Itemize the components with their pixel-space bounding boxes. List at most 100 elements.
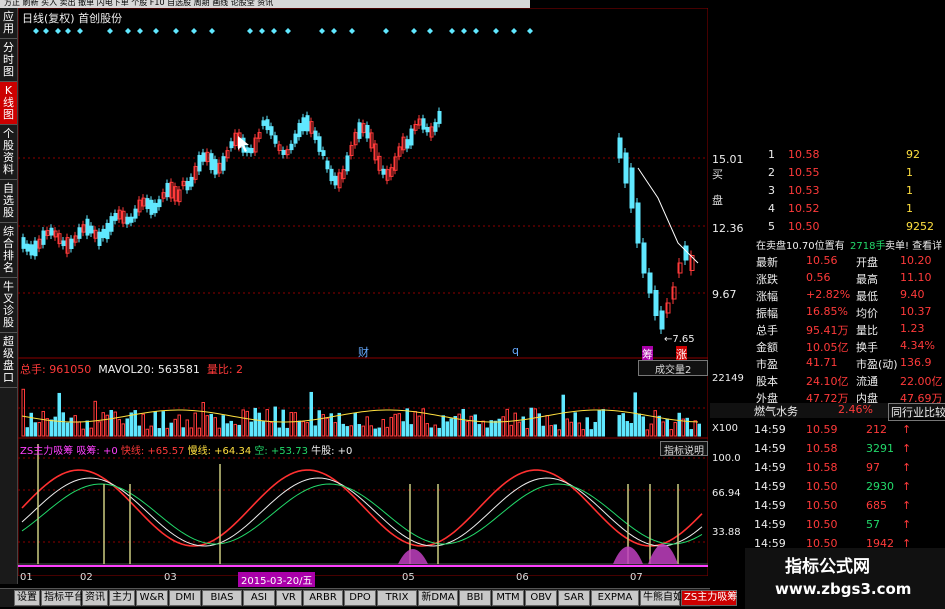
tick-price: 10.50 bbox=[806, 480, 838, 493]
sidebar-item-label: 超级盘口 bbox=[3, 335, 14, 384]
bottom-tab-3[interactable]: 主力 bbox=[109, 590, 135, 606]
bottom-tab-19[interactable]: ZS主力吸筹 bbox=[681, 590, 737, 606]
bottom-tab-0[interactable]: 设置 bbox=[14, 590, 40, 606]
date-cursor-label: 2015-03-20/五 bbox=[238, 572, 316, 587]
tick-price: 10.59 bbox=[806, 423, 838, 436]
date-label-02: 02 bbox=[80, 572, 93, 583]
sidebar-item-label: 综合排名 bbox=[3, 225, 14, 274]
sidebar-item-6[interactable]: 牛叉诊股 bbox=[0, 278, 17, 333]
sidebar-item-4[interactable]: 自选股 bbox=[0, 180, 17, 223]
bottom-tab-15[interactable]: OBV bbox=[525, 590, 557, 606]
stat-label-1: 金额 bbox=[756, 341, 778, 354]
stat-label-2: 量比 bbox=[856, 324, 878, 337]
stat-row: 金额 10.05亿 换手 4.34% bbox=[710, 339, 945, 354]
sidebar-item-0[interactable]: 应用 bbox=[0, 8, 17, 39]
bottom-tab-11[interactable]: TRIX bbox=[377, 590, 417, 606]
top-menu-text: 方正 刷新 买入 卖出 撤单 闪电下单 个股 F10 自选股 周期 画线 论股堂… bbox=[4, 0, 274, 7]
sell-note-c: 卖单! 查看详 bbox=[885, 241, 943, 252]
industry-tab-left: 燃气水务 bbox=[754, 405, 798, 418]
stat-value-1: 41.71 bbox=[806, 356, 838, 369]
volume-mavol: MAVOL20: 563581 bbox=[98, 363, 200, 376]
volume-indicator-dropdown[interactable]: 成交量2 bbox=[638, 360, 708, 376]
stat-label-2: 流通 bbox=[856, 375, 878, 388]
tick-price: 10.50 bbox=[806, 499, 838, 512]
stat-label-2: 市盈(动) bbox=[856, 358, 898, 371]
stat-row: 涨跌 0.56 最高 11.10 bbox=[710, 271, 945, 286]
bottom-tab-1[interactable]: 指标平台 bbox=[41, 590, 84, 606]
bottom-tab-5[interactable]: DMI bbox=[169, 590, 201, 606]
stat-row: 最新 10.56 开盘 10.20 bbox=[710, 254, 945, 269]
bottom-tab-18[interactable]: 牛熊自如 bbox=[640, 590, 683, 606]
chart-title: 日线(复权) 首创股份 bbox=[22, 12, 123, 25]
date-label-03: 03 bbox=[164, 572, 177, 583]
up-arrow-icon: ↑ bbox=[902, 518, 912, 531]
volume-total: 总手: 961050 bbox=[20, 363, 92, 376]
buy-price: 10.53 bbox=[788, 184, 820, 197]
buy-volume: 1 bbox=[906, 202, 913, 215]
stat-value-2: 1.23 bbox=[900, 322, 925, 335]
sidebar-item-7[interactable]: 超级盘口 bbox=[0, 333, 17, 388]
stat-value-2: 9.40 bbox=[900, 288, 925, 301]
buy-level: 1 bbox=[768, 148, 775, 161]
sidebar-item-label: K线图 bbox=[3, 84, 14, 121]
watermark-line1: 指标公式网 bbox=[785, 557, 870, 577]
bottom-tab-2[interactable]: 资讯 bbox=[82, 590, 108, 606]
stat-label-1: 振幅 bbox=[756, 307, 778, 320]
tick-row: 14:59 10.50 2930 ↑ bbox=[710, 480, 945, 495]
buy-row: 1 10.58 92 bbox=[710, 148, 945, 163]
sidebar-item-1[interactable]: 分时图 bbox=[0, 39, 17, 82]
up-arrow-icon: ↑ bbox=[902, 499, 912, 512]
tick-volume: 97 bbox=[866, 461, 880, 474]
volume-dropdown-value: 成交量2 bbox=[655, 365, 692, 376]
bottom-tab-13[interactable]: BBI bbox=[459, 590, 491, 606]
sidebar-item-label: 自选股 bbox=[3, 182, 14, 219]
tick-row: 14:59 10.59 212 ↑ bbox=[710, 423, 945, 438]
sidebar-item-label: 分时图 bbox=[3, 41, 14, 78]
tick-row: 14:59 10.50 57 ↑ bbox=[710, 518, 945, 533]
stat-value-2: 136.9 bbox=[900, 356, 932, 369]
industry-tabs[interactable]: 燃气水务 2.46% 同行业比较 bbox=[710, 403, 945, 421]
sidebar-item-3[interactable]: 个股资料 bbox=[0, 125, 17, 180]
stat-label-2: 均价 bbox=[856, 307, 878, 320]
sidebar-item-5[interactable]: 综合排名 bbox=[0, 223, 17, 278]
low-price-label: ←7.65 bbox=[664, 334, 695, 345]
stat-value-2: 10.20 bbox=[900, 254, 932, 267]
indicator-b: 快线: +65.57 bbox=[120, 446, 185, 457]
left-sidebar: 应用分时图 K线图个股资料自选股综合排名牛叉诊股超级盘口 bbox=[0, 8, 18, 584]
stat-row: 市盈 41.71 市盈(动) 136.9 bbox=[710, 356, 945, 371]
bottom-tab-17[interactable]: EXPMA bbox=[591, 590, 639, 606]
stat-value-1: 24.10亿 bbox=[806, 375, 849, 388]
tick-row: 14:59 10.58 3291 ↑ bbox=[710, 442, 945, 457]
bottom-tab-12[interactable]: 新DMA bbox=[418, 590, 458, 606]
buy-volume: 92 bbox=[906, 148, 920, 161]
up-arrow-icon: ↑ bbox=[902, 461, 912, 474]
stat-value-1: 0.56 bbox=[806, 271, 831, 284]
indicator-a: 吸筹: +0 bbox=[76, 446, 118, 457]
tick-price: 10.58 bbox=[806, 442, 838, 455]
bottom-tab-4[interactable]: W&R bbox=[136, 590, 168, 606]
bottom-tab-14[interactable]: MTM bbox=[492, 590, 524, 606]
stat-value-2: 22.00亿 bbox=[900, 375, 943, 388]
sidebar-item-2[interactable]: K线图 bbox=[0, 82, 17, 125]
bottom-tab-16[interactable]: SAR bbox=[558, 590, 590, 606]
signal-diamonds bbox=[33, 28, 533, 34]
stat-label-2: 开盘 bbox=[856, 256, 878, 269]
bottom-tab-9[interactable]: ARBR bbox=[303, 590, 343, 606]
bottom-tab-10[interactable]: DPO bbox=[344, 590, 376, 606]
bottom-tab-8[interactable]: VR bbox=[276, 590, 302, 606]
sell-note: 在卖盘10.70位置有 2718手 卖单! 查看详 bbox=[710, 237, 945, 252]
stat-value-2: 4.34% bbox=[900, 339, 935, 352]
indicator-lines bbox=[18, 444, 708, 567]
top-menu-bar[interactable]: 方正 刷新 买入 卖出 撤单 闪电下单 个股 F10 自选股 周期 画线 论股堂… bbox=[0, 0, 530, 8]
kline-chart-area[interactable] bbox=[18, 8, 708, 576]
mark-cai: 财 bbox=[358, 346, 369, 359]
indicator-help-button[interactable]: 指标说明 bbox=[660, 441, 708, 457]
sidebar-item-label: 个股资料 bbox=[3, 127, 14, 176]
stat-label-2: 最高 bbox=[856, 273, 878, 286]
bottom-tab-7[interactable]: ASI bbox=[243, 590, 275, 606]
stat-row: 涨幅 +2.82% 最低 9.40 bbox=[710, 288, 945, 303]
bottom-tab-6[interactable]: BIAS bbox=[202, 590, 242, 606]
stat-value-2: 10.37 bbox=[900, 305, 932, 318]
buy-row: 4 10.52 1 bbox=[710, 202, 945, 217]
sell-note-a: 在卖盘10.70位置有 bbox=[756, 241, 845, 252]
